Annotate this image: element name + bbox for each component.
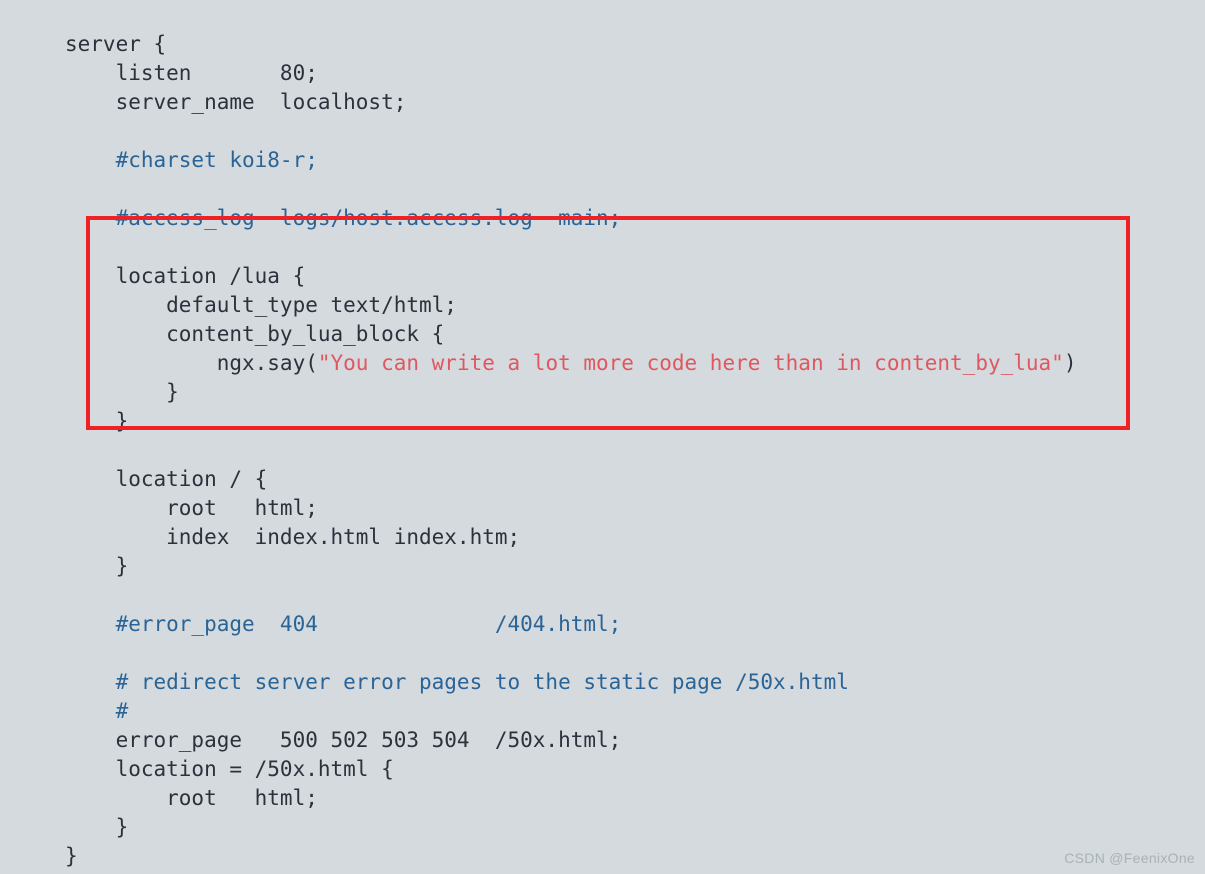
code-line: }: [65, 552, 1076, 581]
code-token-plain: root html;: [65, 786, 318, 810]
code-token-plain: ngx.say(: [65, 351, 318, 375]
code-line: server {: [65, 30, 1076, 59]
code-token-plain: ): [1063, 351, 1077, 375]
code-token-plain: }: [65, 554, 129, 578]
code-token-plain: }: [65, 815, 129, 839]
code-line: #error_page 404 /404.html;: [65, 610, 1076, 639]
code-line: location /lua {: [65, 262, 1076, 291]
code-line: content_by_lua_block {: [65, 320, 1076, 349]
code-line: location / {: [65, 465, 1076, 494]
code-line: # redirect server error pages to the sta…: [65, 668, 1076, 697]
code-token-plain: root html;: [65, 496, 318, 520]
code-viewer: server { listen 80; server_name localhos…: [0, 0, 1205, 874]
code-line: root html;: [65, 494, 1076, 523]
code-token-plain: }: [65, 380, 179, 404]
code-line: server_name localhost;: [65, 88, 1076, 117]
watermark-label: CSDN @FeenixOne: [1064, 850, 1195, 866]
code-line: }: [65, 842, 1076, 871]
code-token-plain: error_page 500 502 503 504 /50x.html;: [65, 728, 622, 752]
code-token-comment: #charset koi8-r;: [65, 148, 318, 172]
code-line: ngx.say("You can write a lot more code h…: [65, 349, 1077, 378]
code-token-plain: index index.html index.htm;: [65, 525, 521, 549]
code-token-plain: location /lua {: [65, 264, 306, 288]
code-line: error_page 500 502 503 504 /50x.html;: [65, 726, 1076, 755]
code-token-comment: # redirect server error pages to the sta…: [65, 670, 849, 694]
code-token-comment: #: [65, 699, 129, 723]
code-line: index index.html index.htm;: [65, 523, 1076, 552]
code-line: }: [65, 378, 1076, 407]
code-token-plain: }: [65, 409, 129, 433]
code-line: }: [65, 813, 1076, 842]
code-line: #charset koi8-r;: [65, 146, 1076, 175]
code-token-plain: server {: [65, 32, 167, 56]
code-listing[interactable]: server { listen 80; server_name localhos…: [65, 30, 1076, 871]
code-token-string: "You can write a lot more code here than…: [317, 351, 1064, 375]
code-token-plain: }: [65, 844, 78, 868]
code-token-plain: default_type text/html;: [65, 293, 457, 317]
code-line: default_type text/html;: [65, 291, 1076, 320]
code-line: }: [65, 407, 1076, 436]
code-line: #access_log logs/host.access.log main;: [65, 204, 1076, 233]
code-token-plain: location / {: [65, 467, 268, 491]
code-token-plain: content_by_lua_block {: [65, 322, 445, 346]
code-token-plain: server_name localhost;: [65, 90, 407, 114]
code-line: location = /50x.html {: [65, 755, 1076, 784]
code-line: listen 80;: [65, 59, 1076, 88]
code-token-plain: listen 80;: [65, 61, 318, 85]
code-line: root html;: [65, 784, 1076, 813]
code-line: #: [65, 697, 1076, 726]
code-token-plain: location = /50x.html {: [65, 757, 394, 781]
code-token-comment: #error_page 404 /404.html;: [65, 612, 622, 636]
code-token-comment: #access_log logs/host.access.log main;: [65, 206, 622, 230]
